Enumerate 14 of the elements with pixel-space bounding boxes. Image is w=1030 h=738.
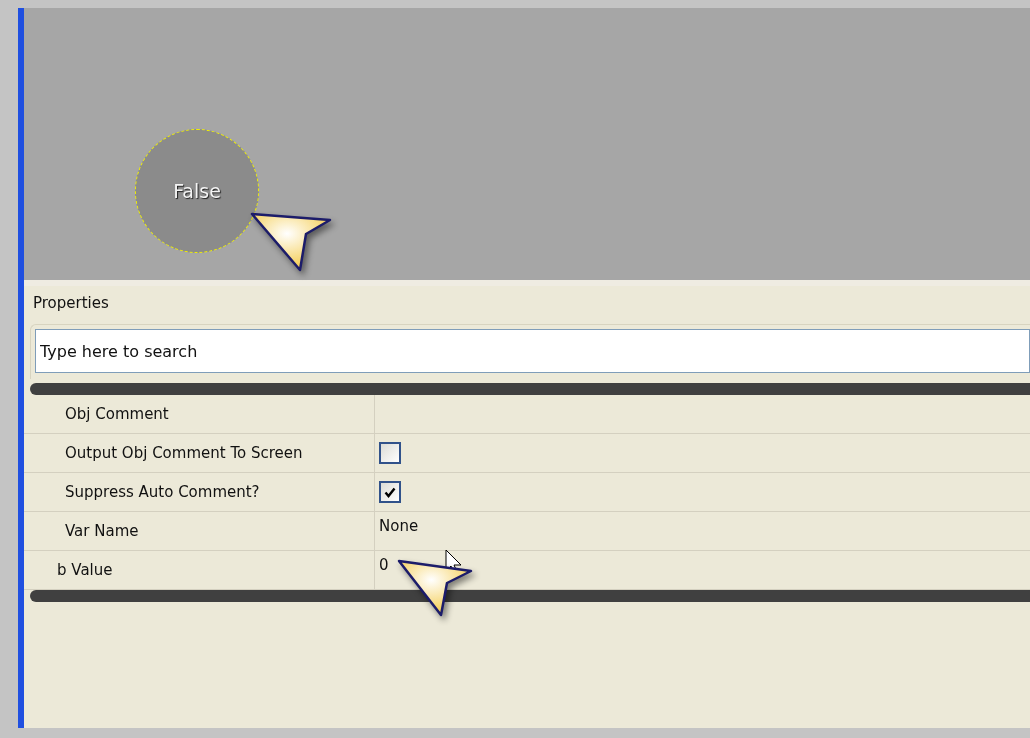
property-label: Suppress Auto Comment? bbox=[24, 473, 375, 511]
pointer-arrow-icon bbox=[250, 212, 334, 274]
property-label: Var Name bbox=[24, 512, 375, 550]
property-label: Output Obj Comment To Screen bbox=[24, 434, 375, 472]
property-value[interactable]: None bbox=[379, 512, 419, 535]
check-icon bbox=[384, 486, 396, 498]
checkbox[interactable] bbox=[379, 481, 401, 503]
panel-title: Properties bbox=[32, 293, 109, 314]
property-label: Obj Comment bbox=[24, 395, 375, 433]
property-value[interactable]: 0 bbox=[379, 551, 389, 574]
pointer-arrow-icon bbox=[397, 557, 475, 619]
property-label: b Value bbox=[24, 551, 375, 589]
search-field[interactable]: Type here to search bbox=[35, 329, 1030, 373]
checkbox[interactable] bbox=[379, 442, 401, 464]
